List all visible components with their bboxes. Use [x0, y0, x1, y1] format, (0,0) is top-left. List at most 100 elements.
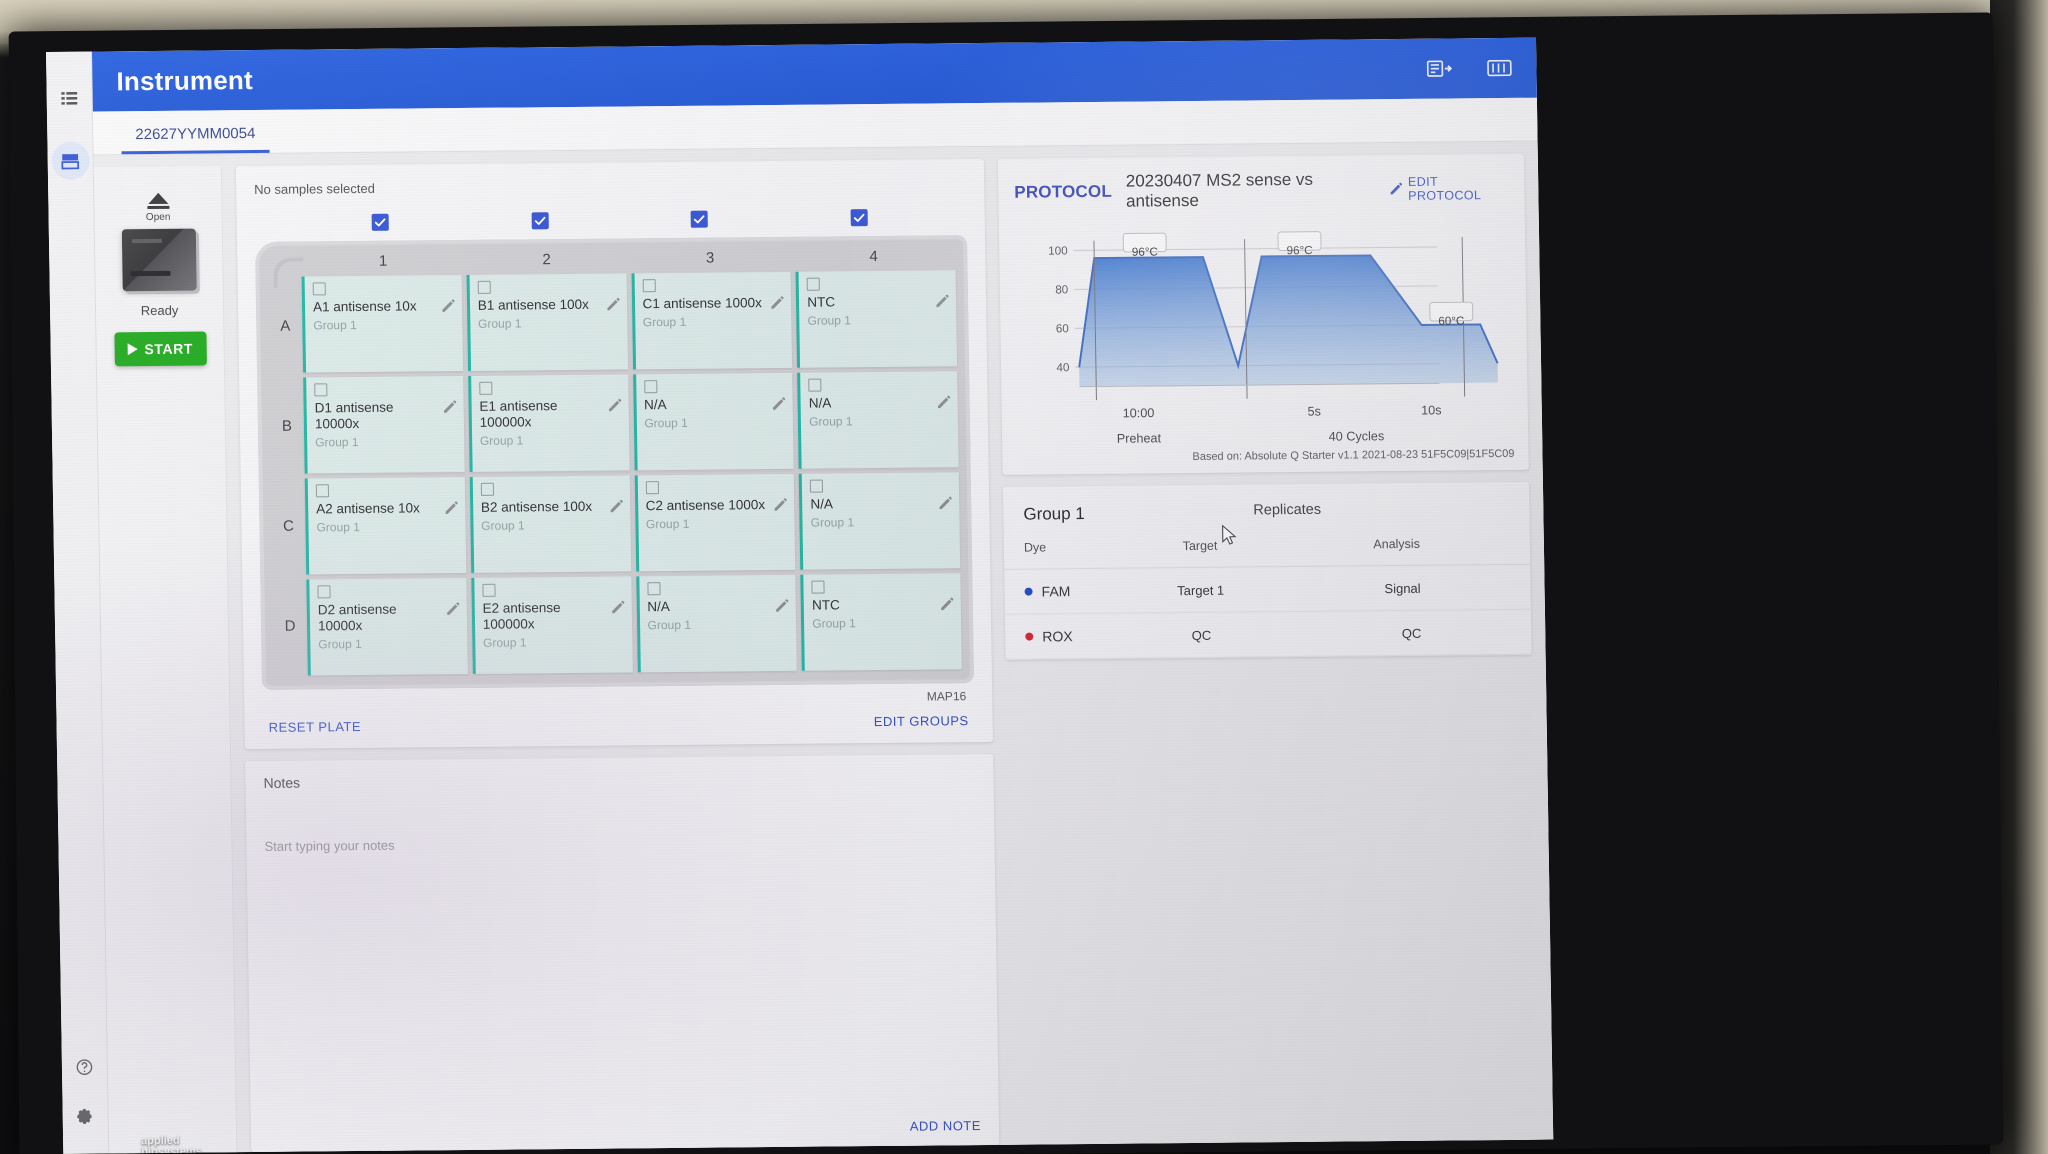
well-checkbox[interactable] [315, 484, 330, 498]
temperature-callout-2: 60°C [1438, 315, 1464, 328]
well-checkbox[interactable] [806, 277, 821, 291]
well-A3[interactable]: C1 antisense 1000x Group 1 [631, 271, 793, 370]
edit-pencil-icon[interactable] [444, 501, 458, 515]
well-group: Group 1 [479, 433, 524, 448]
well-C2[interactable]: B2 antisense 100x Group 1 [469, 475, 631, 573]
well-checkbox[interactable] [646, 582, 661, 596]
well-A1[interactable]: A1 antisense 10x Group 1 [301, 275, 463, 373]
well-checkbox[interactable] [480, 482, 494, 496]
add-note-button[interactable]: ADD NOTE [910, 1118, 981, 1134]
start-button[interactable]: START [113, 331, 207, 367]
import-plate-icon[interactable] [1426, 59, 1453, 79]
well-name: E2 antisense 100000x [482, 600, 561, 632]
edit-pencil-icon[interactable] [775, 599, 789, 613]
well-checkbox[interactable] [810, 479, 824, 493]
column-checkbox-4[interactable] [779, 208, 939, 227]
edit-protocol-button[interactable]: EDIT PROTOCOL [1389, 174, 1509, 203]
well-D3[interactable]: N/A Group 1 [635, 574, 798, 673]
hamburger-menu-icon[interactable] [56, 86, 82, 112]
plate-layout-icon[interactable] [1486, 58, 1512, 78]
well-B4[interactable]: N/A Group 1 [797, 371, 959, 469]
edit-pencil-icon[interactable] [940, 597, 954, 611]
plate-card: No samples selected 1 2 3 4 A B C D A1 antisen… [235, 159, 993, 750]
well-checkbox[interactable] [317, 585, 331, 599]
well-checkbox[interactable] [312, 282, 326, 296]
notes-input[interactable]: Start typing your notes [264, 784, 981, 1125]
well-B2[interactable]: E1 antisense 100000x Group 1 [467, 374, 630, 472]
well-A2[interactable]: B1 antisense 100x Group 1 [466, 273, 628, 371]
well-name: N/A [647, 599, 670, 615]
edit-pencil-icon[interactable] [605, 297, 620, 312]
table-body: FAM Target 1 Signal ROX QC QC [1004, 564, 1532, 660]
table-row[interactable]: ROX QC QC [1004, 609, 1532, 660]
well-D1[interactable]: D2 antisense 10000x Group 1 [306, 577, 468, 676]
well-D4[interactable]: NTC Group 1 [800, 573, 962, 671]
well-group: Group 1 [645, 516, 690, 532]
open-drawer-button[interactable]: Open [145, 192, 170, 223]
well-A4[interactable]: NTC Group 1 [795, 270, 958, 368]
well-name: B1 antisense 100x [477, 296, 589, 313]
well-checkbox[interactable] [808, 378, 822, 392]
column-checkbox-3[interactable] [620, 210, 780, 229]
edit-pencil-icon[interactable] [773, 498, 787, 512]
well-checkbox[interactable] [645, 481, 659, 495]
target-cell: QC [1135, 611, 1267, 659]
edit-pencil-icon[interactable] [609, 499, 623, 513]
row-header-C: C [282, 517, 295, 535]
edit-pencil-icon[interactable] [938, 496, 952, 510]
table-row[interactable]: FAM Target 1 Signal [1004, 564, 1531, 615]
well-B1[interactable]: D1 antisense 10000x Group 1 [303, 376, 465, 474]
x-tick-label-1: 5s [1307, 405, 1321, 419]
y-tick-60: 60 [1056, 322, 1070, 335]
well-checkbox[interactable] [477, 280, 491, 294]
y-tick-40: 40 [1056, 361, 1070, 374]
sidebar-item-instrument[interactable] [50, 141, 90, 180]
reset-plate-button[interactable]: RESET PLATE [269, 719, 362, 735]
edit-pencil-icon[interactable] [607, 398, 621, 412]
row-header-D: D [284, 617, 296, 635]
edit-pencil-icon[interactable] [441, 299, 455, 313]
well-group: Group 1 [647, 617, 692, 633]
instrument-status: Ready [140, 302, 179, 319]
analysis-cell: QC [1266, 609, 1532, 657]
settings-gear-icon[interactable] [72, 1104, 98, 1130]
well-checkbox[interactable] [643, 380, 657, 394]
right-panel: PROTOCOL 20230407 MS2 sense vs antisense… [997, 153, 1553, 1145]
edit-pencil-icon[interactable] [445, 602, 460, 616]
column-checkbox-1[interactable] [301, 213, 461, 232]
well-checkbox[interactable] [314, 383, 328, 397]
well-C3[interactable]: C2 antisense 1000x Group 1 [634, 473, 796, 572]
notes-placeholder: Start typing your notes [264, 837, 395, 854]
well-checkbox[interactable] [482, 583, 496, 597]
dye-color-dot [1024, 587, 1033, 596]
column-checkbox-2[interactable] [460, 211, 620, 230]
pencil-icon [1390, 182, 1402, 195]
well-C4[interactable]: N/A Group 1 [798, 472, 961, 570]
notes-card: Notes Start typing your notes ADD NOTE [245, 753, 1000, 1153]
tab-run-id[interactable]: 22627YYMM0054 [121, 124, 270, 155]
well-checkbox[interactable] [642, 279, 656, 293]
well-D2[interactable]: E2 antisense 100000x Group 1 [471, 576, 633, 674]
well-group: Group 1 [481, 518, 525, 533]
well-group: Group 1 [313, 317, 357, 333]
column-header-analysis: Analysis [1264, 525, 1531, 567]
dye-color-dot [1025, 632, 1034, 641]
edit-pencil-icon[interactable] [935, 294, 949, 308]
edit-pencil-icon[interactable] [770, 296, 784, 310]
edit-pencil-icon[interactable] [772, 397, 786, 411]
edit-pencil-icon[interactable] [442, 400, 456, 414]
edit-pencil-icon[interactable] [610, 600, 624, 614]
help-icon[interactable] [71, 1054, 97, 1080]
no-samples-label: No samples selected [254, 180, 375, 198]
group-panel: Group 1 Replicates Dye Target Analysis FAM… [1002, 481, 1532, 660]
edit-pencil-icon[interactable] [937, 395, 951, 409]
y-tick-80: 80 [1055, 283, 1069, 296]
group-title: Group 1 [1023, 504, 1085, 524]
well-checkbox[interactable] [478, 381, 493, 395]
well-checkbox[interactable] [811, 580, 825, 594]
edit-groups-button[interactable]: EDIT GROUPS [874, 713, 969, 729]
well-name: B2 antisense 100x [480, 498, 593, 515]
well-C1[interactable]: A2 antisense 10x Group 1 [304, 476, 466, 575]
well-name: NTC [807, 294, 836, 310]
well-B3[interactable]: N/A Group 1 [632, 372, 794, 471]
